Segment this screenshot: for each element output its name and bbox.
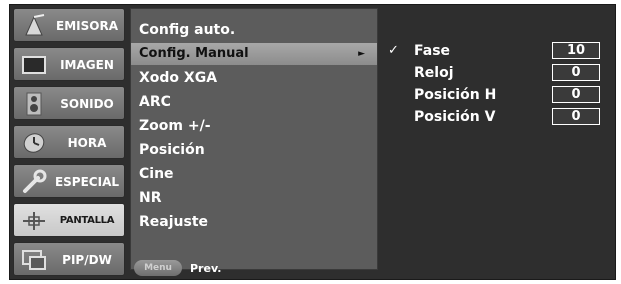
sidebar-item-pipdw[interactable]: PIP/DW: [13, 242, 125, 276]
menu-item-label: Zoom +/-: [139, 118, 211, 134]
speaker-icon: [20, 91, 48, 117]
menu-key-button[interactable]: Menu: [134, 260, 182, 276]
menu-item-cine[interactable]: Cine: [131, 163, 377, 185]
menu-item-nr[interactable]: NR: [131, 187, 377, 209]
sidebar-item-label: HORA: [67, 136, 107, 150]
menu-item-label: ARC: [139, 94, 171, 110]
clock-icon: [20, 130, 48, 156]
submenu-row-posicion-v[interactable]: Posición V 0: [382, 107, 608, 127]
sidebar: EMISORA IMAGEN SONIDO HORA ESPECIAL PANT…: [13, 8, 127, 276]
sidebar-item-label: IMAGEN: [60, 58, 114, 72]
submenu-label: Fase: [414, 43, 451, 59]
screen-icon: [20, 52, 48, 78]
submenu-label: Posición V: [414, 109, 496, 125]
menu-item-label: Posición: [139, 142, 205, 158]
menu-item-config-manual[interactable]: Config. Manual ►: [131, 43, 377, 65]
prev-label: Prev.: [190, 262, 222, 275]
submenu-value[interactable]: 0: [552, 86, 600, 103]
sidebar-item-imagen[interactable]: IMAGEN: [13, 47, 125, 81]
menu-item-zoom[interactable]: Zoom +/-: [131, 115, 377, 137]
sidebar-item-especial[interactable]: ESPECIAL: [13, 164, 125, 198]
wrench-icon: [20, 169, 48, 195]
submenu-value[interactable]: 0: [552, 64, 600, 81]
submenu-panel: ✓ Fase 10 Reloj 0 Posición H 0 Posición …: [382, 13, 608, 143]
menu-item-label: Cine: [139, 166, 174, 182]
antenna-icon: [20, 13, 48, 39]
menu-item-xodo-xga[interactable]: Xodo XGA: [131, 67, 377, 89]
menu-item-label: Config auto.: [139, 22, 236, 38]
sidebar-item-label: ESPECIAL: [54, 175, 120, 189]
footer-hint: Menu Prev.: [130, 256, 378, 278]
menu-item-label: Xodo XGA: [139, 70, 218, 86]
submenu-label: Reloj: [414, 65, 454, 81]
sidebar-item-label: SONIDO: [60, 97, 114, 111]
submenu-value[interactable]: 0: [552, 108, 600, 125]
menu-item-label: Reajuste: [139, 214, 209, 230]
sidebar-item-label: EMISORA: [56, 19, 118, 33]
menu-item-label: Config. Manual: [139, 46, 249, 61]
submenu-row-fase[interactable]: ✓ Fase 10: [382, 41, 608, 61]
sidebar-item-emisora[interactable]: EMISORA: [13, 8, 125, 42]
submenu-row-reloj[interactable]: Reloj 0: [382, 63, 608, 83]
submenu-label: Posición H: [414, 87, 497, 103]
sidebar-item-sonido[interactable]: SONIDO: [13, 86, 125, 120]
adjust-icon: [20, 208, 48, 234]
pip-icon: [20, 247, 48, 273]
sidebar-item-label: PANTALLA: [59, 215, 115, 226]
submenu-row-posicion-h[interactable]: Posición H 0: [382, 85, 608, 105]
check-icon: ✓: [388, 43, 399, 58]
menu-panel: Config auto. Config. Manual ► Xodo XGA A…: [130, 8, 378, 270]
osd-menu: EMISORA IMAGEN SONIDO HORA ESPECIAL PANT…: [9, 4, 616, 280]
menu-item-posicion[interactable]: Posición: [131, 139, 377, 161]
menu-item-arc[interactable]: ARC: [131, 91, 377, 113]
menu-item-config-auto[interactable]: Config auto.: [131, 19, 377, 41]
menu-item-reajuste[interactable]: Reajuste: [131, 211, 377, 233]
sidebar-item-hora[interactable]: HORA: [13, 125, 125, 159]
submenu-arrow-icon: ►: [358, 49, 365, 59]
menu-item-label: NR: [139, 190, 162, 206]
sidebar-item-label: PIP/DW: [62, 253, 112, 267]
submenu-value[interactable]: 10: [552, 42, 600, 59]
sidebar-item-pantalla[interactable]: PANTALLA: [13, 203, 125, 237]
